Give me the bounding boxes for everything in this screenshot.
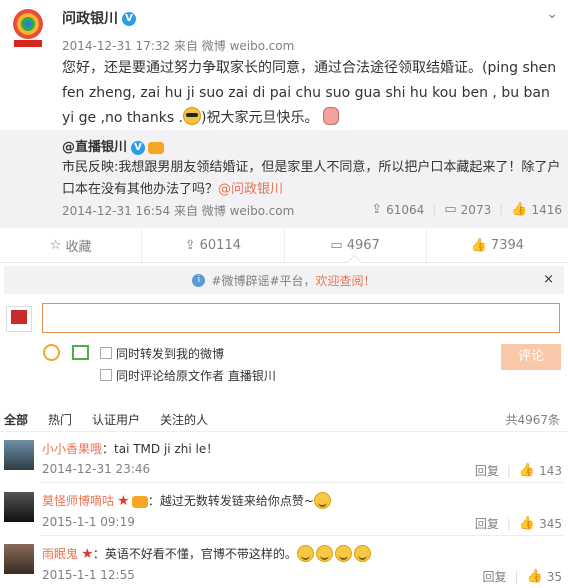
notice-link[interactable]: 欢迎查阅！: [316, 272, 376, 289]
comment-like-count[interactable]: 35: [547, 570, 562, 584]
post-meta: 2014-12-31 17:32 来自 微博 weibo.com: [62, 39, 295, 53]
divider: [0, 431, 568, 432]
post-text: 您好，还是要通过努力争取家长的同意，通过合法途径领取结婚证。(ping shen…: [62, 60, 557, 126]
like-button[interactable]: 👍 7394: [427, 229, 568, 262]
comment-icon[interactable]: ▭: [444, 202, 456, 217]
comment-actions: 回复 | 👍 35: [482, 568, 562, 585]
comment-filter-tabs: 全部 热门 认证用户 关注的人: [4, 411, 228, 428]
forward-icon: ⇪: [184, 238, 196, 253]
commenter-name[interactable]: 雨眠鬼: [42, 547, 78, 561]
divider: [40, 482, 564, 483]
pig-emoji-icon: [322, 107, 339, 125]
comment-like-count[interactable]: 143: [539, 464, 562, 478]
close-icon[interactable]: ×: [543, 272, 554, 287]
tab-hot[interactable]: 热门: [48, 411, 72, 428]
comment-icon: ▭: [330, 238, 343, 253]
comment-total: 共4967条: [505, 413, 560, 427]
thumbs-up-icon: 👍: [470, 238, 487, 253]
forward-option-label: 同时转发到我的微博: [116, 347, 225, 361]
comment-time: 2015-1-1 12:55: [42, 568, 135, 582]
like-icon[interactable]: 👍: [511, 202, 527, 217]
tab-all[interactable]: 全部: [4, 411, 28, 428]
grin-emoji-icon: [313, 492, 331, 509]
comment-to-author-checkbox[interactable]: [100, 369, 112, 381]
member-star-icon: [82, 548, 93, 559]
star-icon: ☆: [49, 238, 62, 253]
commenter-avatar[interactable]: [4, 492, 34, 522]
avatar-wenzheng-logo[interactable]: [6, 6, 50, 50]
current-user-avatar: [6, 306, 32, 332]
submit-comment-button[interactable]: 评论: [501, 344, 561, 370]
verified-icon: V: [131, 140, 146, 155]
comment-time: 2014-12-31 23:46: [42, 462, 151, 476]
comment-text: ：越过无数转发链来给你点赞~: [147, 494, 314, 508]
comment-author-option-label: 同时评论给原文作者 直播银川: [116, 369, 276, 383]
mention-link[interactable]: @问政银川: [218, 182, 283, 197]
cool-emoji-icon: [183, 107, 202, 125]
forward-button[interactable]: ⇪ 60114: [142, 229, 285, 262]
repost-meta: 2014-12-31 16:54 来自 微博 weibo.com: [62, 204, 295, 218]
member-star-icon: [118, 495, 129, 506]
grin-emoji-icon: [296, 545, 314, 562]
vip-badge-icon: [148, 141, 165, 154]
thumbs-up-icon[interactable]: 👍: [519, 516, 535, 531]
reply-button[interactable]: 回复: [482, 568, 506, 585]
thumbs-up-icon[interactable]: 👍: [519, 463, 535, 478]
post-author[interactable]: 问政银川 V: [62, 8, 136, 28]
chevron-down-icon[interactable]: ⌄: [546, 6, 558, 22]
forward-icon[interactable]: ⇪: [371, 202, 382, 217]
repost-text: 市民反映:我想跟男朋友领结婚证，但是家里人不同意，所以把户口本藏起来了！除了户口…: [62, 160, 561, 197]
commenter-avatar[interactable]: [4, 440, 34, 470]
comment-row: 莫怪师博嘀咕 ：越过无数转发链来给你点赞~: [42, 492, 333, 509]
repost-author[interactable]: @直播银川 V: [62, 136, 165, 155]
comment-input[interactable]: [42, 303, 560, 333]
grin-emoji-icon: [334, 545, 352, 562]
repost-stats: ⇪ 61064 | ▭ 2073 | 👍 1416: [371, 202, 562, 217]
verified-icon: V: [122, 12, 136, 26]
reply-button[interactable]: 回复: [475, 462, 499, 479]
comment-time: 2015-1-1 09:19: [42, 515, 135, 529]
comment-like-count[interactable]: 345: [539, 517, 562, 531]
thumbs-up-icon[interactable]: 👍: [527, 569, 543, 584]
favorite-button[interactable]: ☆ 收藏: [0, 229, 143, 262]
comment-text: ：英语不好看不懂，官博不带这样的。: [92, 547, 297, 561]
comment-text: ：tai TMD ji zhi le！: [102, 442, 219, 456]
comment-row: 雨眠鬼 ：英语不好看不懂，官博不带这样的。: [42, 545, 373, 562]
info-icon: i: [192, 273, 206, 287]
tab-verified[interactable]: 认证用户: [92, 411, 140, 428]
comment-row: 小小香果哦：tai TMD ji zhi le！: [42, 440, 218, 457]
rumor-notice: i #微博辟谣#平台， 欢迎查阅！: [4, 266, 564, 294]
divider: [40, 535, 564, 536]
comment-actions: 回复 | 👍 345: [474, 515, 562, 532]
tab-following[interactable]: 关注的人: [160, 411, 208, 428]
commenter-name[interactable]: 莫怪师博嘀咕: [42, 494, 114, 508]
grin-emoji-icon: [315, 545, 333, 562]
vip-badge-icon: [131, 495, 148, 508]
commenter-name[interactable]: 小小香果哦: [42, 442, 102, 456]
action-bar: ☆ 收藏 ⇪ 60114 ▭ 4967 👍 7394: [0, 229, 568, 263]
emoji-picker-icon[interactable]: [43, 344, 60, 361]
reply-button[interactable]: 回复: [475, 515, 499, 532]
comment-actions: 回复 | 👍 143: [474, 462, 562, 479]
forward-to-my-weibo-checkbox[interactable]: [100, 347, 112, 359]
commenter-avatar[interactable]: [4, 544, 34, 574]
grin-emoji-icon: [353, 545, 371, 562]
comment-button[interactable]: ▭ 4967: [285, 229, 427, 262]
image-upload-icon[interactable]: [72, 345, 89, 360]
